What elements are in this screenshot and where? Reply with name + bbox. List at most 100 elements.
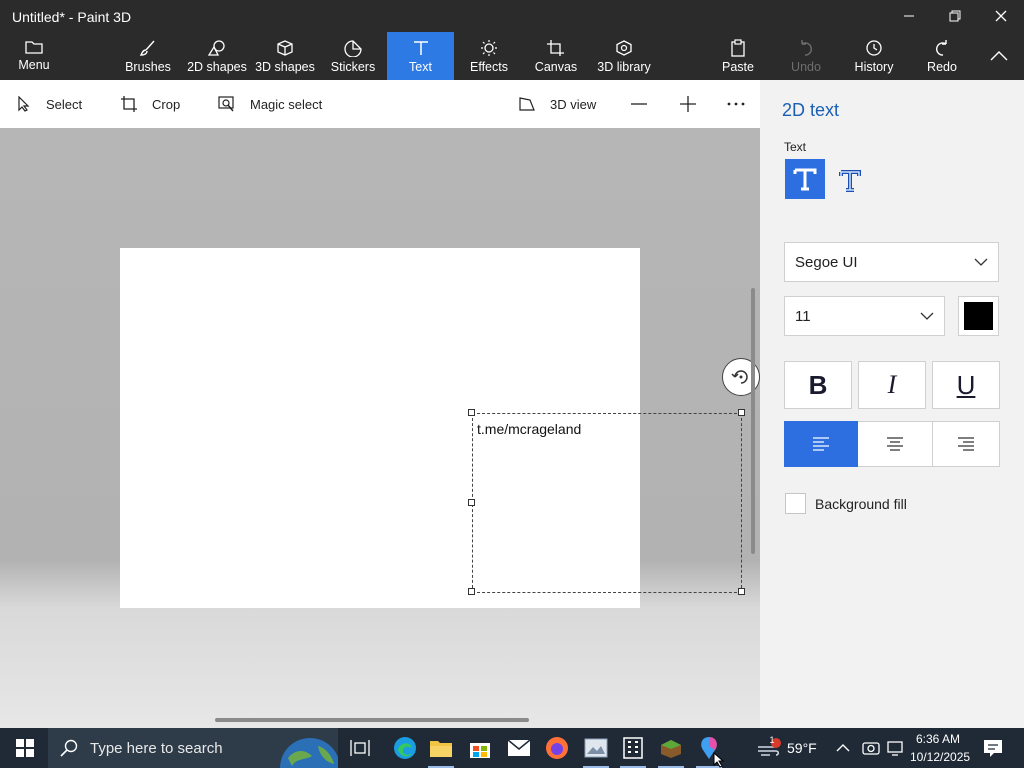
- redo-icon: [936, 40, 947, 56]
- restore-button[interactable]: [932, 0, 978, 32]
- select-label: Select: [46, 96, 83, 112]
- taskbar-search-box[interactable]: Type here to search: [48, 728, 338, 768]
- mail-icon: [507, 739, 531, 756]
- calculator-taskbar-button[interactable]: [614, 728, 652, 768]
- resize-handle[interactable]: [468, 588, 475, 595]
- clock-time[interactable]: 6:36 AM: [916, 732, 960, 746]
- paste-label: Paste: [722, 60, 754, 74]
- search-placeholder: Type here to search: [90, 739, 223, 757]
- task-view-button[interactable]: [341, 728, 379, 768]
- view-3d-icon: [519, 97, 535, 111]
- zoom-out-button[interactable]: [630, 80, 662, 128]
- align-right-button[interactable]: [932, 421, 1000, 467]
- tool-brushes[interactable]: Brushes: [122, 32, 174, 80]
- align-right-icon: [958, 437, 974, 451]
- canvas-text[interactable]: t.me/mcrageland: [477, 421, 581, 437]
- zoom-in-button[interactable]: [679, 80, 711, 128]
- weather-temperature[interactable]: 59°F: [787, 740, 817, 756]
- minecraft-taskbar-button[interactable]: [652, 728, 690, 768]
- tool-3d-shapes[interactable]: 3D shapes: [254, 32, 316, 80]
- close-button[interactable]: [978, 0, 1024, 32]
- resize-handle[interactable]: [738, 588, 745, 595]
- collapse-toolbar-button[interactable]: [984, 44, 1014, 68]
- text-3d-button[interactable]: [836, 162, 864, 198]
- 3d-view-button[interactable]: 3D view: [518, 80, 596, 128]
- resize-handle[interactable]: [468, 409, 475, 416]
- restore-icon: [949, 10, 961, 22]
- underline-button[interactable]: U: [932, 361, 1000, 409]
- folder-icon: [25, 41, 43, 54]
- tool-effects[interactable]: Effects: [464, 32, 514, 80]
- start-button[interactable]: [6, 728, 44, 768]
- menu-label: Menu: [18, 58, 50, 72]
- network-icon[interactable]: [886, 740, 904, 756]
- resize-handle[interactable]: [738, 409, 745, 416]
- file-explorer-taskbar-button[interactable]: [422, 728, 460, 768]
- crop-icon: [121, 96, 137, 112]
- undo-label: Undo: [791, 60, 821, 74]
- history-button[interactable]: History: [850, 32, 898, 80]
- tool-stickers-label: Stickers: [330, 60, 376, 74]
- cube-icon: [277, 40, 293, 56]
- magic-select-button[interactable]: Magic select: [218, 80, 322, 128]
- tool-3d-library[interactable]: 3D library: [594, 32, 654, 80]
- align-center-button[interactable]: [858, 421, 932, 467]
- library-3d-icon: [616, 40, 632, 56]
- minimize-button[interactable]: [886, 0, 932, 32]
- magic-select-label: Magic select: [250, 96, 323, 112]
- tool-2d-shapes[interactable]: 2D shapes: [186, 32, 248, 80]
- select-button[interactable]: Select: [16, 80, 82, 128]
- minecraft-icon: [661, 740, 681, 758]
- undo-button[interactable]: Undo: [784, 32, 828, 80]
- background-fill-label: Background fill: [815, 496, 907, 512]
- more-options-button[interactable]: [727, 80, 759, 128]
- weather-button[interactable]: [750, 728, 788, 768]
- tool-effects-label: Effects: [470, 60, 508, 74]
- earth-icon: [280, 738, 338, 768]
- firefox-taskbar-button[interactable]: [538, 728, 576, 768]
- mail-taskbar-button[interactable]: [500, 728, 538, 768]
- task-view-icon: [350, 740, 370, 756]
- bold-button[interactable]: B: [784, 361, 852, 409]
- tool-text[interactable]: Text: [387, 32, 454, 80]
- tool-canvas[interactable]: Canvas: [532, 32, 580, 80]
- window-title: Untitled* - Paint 3D: [12, 9, 132, 25]
- brush-icon: [139, 40, 155, 56]
- show-hidden-icons-button[interactable]: [836, 740, 856, 756]
- search-icon: [60, 739, 78, 757]
- edge-taskbar-button[interactable]: [386, 728, 424, 768]
- clock-date[interactable]: 10/12/2025: [910, 750, 970, 764]
- crop-button[interactable]: Crop: [120, 80, 180, 128]
- building-icon: [623, 737, 643, 759]
- chevron-up-icon: [990, 51, 1008, 61]
- align-left-button[interactable]: [784, 421, 858, 467]
- italic-button[interactable]: I: [858, 361, 926, 409]
- firefox-icon: [546, 737, 568, 759]
- magic-select-icon: [218, 96, 234, 112]
- folder-icon: [430, 741, 452, 757]
- panel-title: 2D text: [782, 100, 840, 120]
- tool-text-label: Text: [409, 60, 432, 74]
- paste-button[interactable]: Paste: [716, 32, 760, 80]
- text-box-selection[interactable]: [472, 413, 742, 593]
- redo-button[interactable]: Redo: [920, 32, 964, 80]
- vertical-scrollbar[interactable]: [751, 288, 755, 554]
- font-size-dropdown[interactable]: 11: [784, 296, 945, 336]
- background-fill-checkbox[interactable]: [785, 493, 806, 514]
- store-taskbar-button[interactable]: [461, 728, 499, 768]
- tool-stickers[interactable]: Stickers: [326, 32, 380, 80]
- history-icon: [866, 40, 882, 56]
- menu-button[interactable]: Menu: [10, 32, 58, 80]
- horizontal-scrollbar[interactable]: [215, 718, 529, 722]
- text-2d-button[interactable]: [785, 159, 825, 199]
- app-taskbar-button[interactable]: [577, 728, 615, 768]
- resize-handle[interactable]: [468, 499, 475, 506]
- notification-center-icon[interactable]: [982, 738, 1004, 758]
- text-color-button[interactable]: [958, 296, 999, 336]
- tool-3d-library-label: 3D library: [597, 60, 651, 74]
- camera-icon[interactable]: [862, 740, 880, 756]
- chevron-down-icon: [974, 258, 988, 266]
- font-family-dropdown[interactable]: Segoe UI: [784, 242, 999, 282]
- text-tool-icon: [413, 41, 428, 55]
- crop-label: Crop: [152, 96, 181, 112]
